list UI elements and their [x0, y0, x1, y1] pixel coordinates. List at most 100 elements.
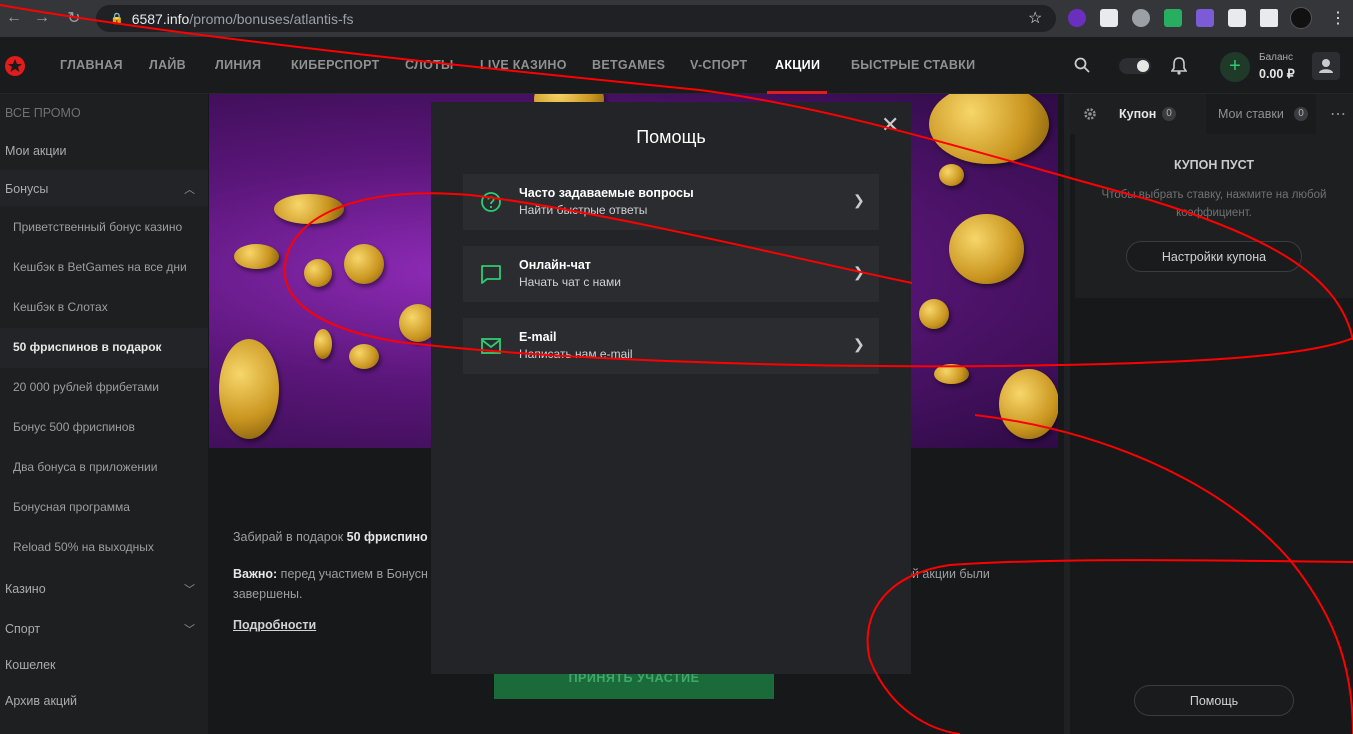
help-modal: Помощь ✕ Часто задаваемые вопросы Найти … — [431, 102, 911, 674]
theme-toggle[interactable] — [1119, 58, 1151, 74]
coin-image — [999, 369, 1058, 439]
moon-icon — [1137, 60, 1149, 72]
chevron-right-icon: ❯ — [853, 336, 865, 352]
avatar[interactable] — [1290, 7, 1312, 29]
reload-icon[interactable]: ↻ — [60, 4, 88, 32]
nav-live[interactable]: ЛАЙВ — [149, 58, 186, 72]
coin-image — [344, 244, 384, 284]
coupon-tabs: Купон 0 Мои ставки 0 ⋯ — [1070, 94, 1353, 134]
sidebar-item-bonus-program[interactable]: Бонусная программа — [0, 488, 208, 528]
m-extension-icon[interactable] — [1132, 9, 1150, 27]
tab-coupon-label: Купон — [1119, 107, 1157, 121]
help-row-subtitle: Написать нам e-mail — [519, 347, 633, 361]
sidebar-item-500-freespins[interactable]: Бонус 500 фриспинов — [0, 408, 208, 448]
more-icon[interactable]: ⋯ — [1330, 104, 1346, 124]
coin-image — [274, 194, 344, 224]
address-bar[interactable]: 🔒 6587.info/promo/bonuses/atlantis-fs — [96, 5, 1056, 32]
help-row-chat[interactable]: Онлайн-чат Начать чат с нами ❯ — [463, 246, 879, 302]
tab-coupon[interactable]: Купон 0 — [1106, 94, 1206, 134]
nav-esports[interactable]: КИБЕРСПОРТ — [291, 58, 380, 72]
empty-coupon-box: КУПОН ПУСТ Чтобы выбрать ставку, нажмите… — [1075, 134, 1353, 298]
lock-icon: 🔒 — [110, 13, 124, 25]
empty-coupon-title: КУПОН ПУСТ — [1173, 158, 1255, 172]
url-domain: 6587.info — [131, 10, 190, 27]
nav-promotions[interactable]: АКЦИИ — [775, 58, 820, 72]
help-row-title: E-mail — [519, 330, 557, 344]
gear-icon[interactable] — [1083, 107, 1097, 121]
chevron-down-icon[interactable]: ﹀ — [184, 581, 195, 597]
sidebar-item-label: Приветственный бонус казино — [13, 220, 183, 234]
help-row-subtitle: Найти быстрые ответы — [519, 203, 648, 217]
sidebar-archive[interactable]: Архив акций — [5, 694, 77, 708]
sidebar-all-promo[interactable]: ВСЕ ПРОМО — [5, 106, 81, 120]
help-row-title: Часто задаваемые вопросы — [519, 186, 694, 200]
coin-image — [919, 299, 949, 329]
close-icon[interactable]: ✕ — [881, 112, 899, 138]
help-row-faq[interactable]: Часто задаваемые вопросы Найти быстрые о… — [463, 174, 879, 230]
sidebar-item-50-freespins[interactable]: 50 фриспинов в подарок — [0, 328, 208, 368]
chevron-down-icon[interactable]: ﹀ — [184, 621, 195, 637]
browser-menu-icon[interactable]: ⋮ — [1330, 8, 1346, 28]
chevron-up-icon: ︿ — [184, 184, 195, 196]
help-button[interactable]: Помощь — [1134, 685, 1294, 716]
sidebar-item-freebets[interactable]: 20 000 рублей фрибетами — [0, 368, 208, 408]
deposit-button[interactable]: + — [1220, 52, 1250, 82]
bookmark-star-icon[interactable]: ☆ — [1028, 8, 1042, 28]
puzzle-icon[interactable] — [1228, 9, 1246, 27]
url-path: /promo/bonuses/atlantis-fs — [189, 10, 354, 27]
help-row-email[interactable]: E-mail Написать нам e-mail ❯ — [463, 318, 879, 374]
extension-icon[interactable] — [1068, 9, 1086, 27]
sidebar-bonuses-label: Бонусы — [5, 182, 49, 196]
nav-quick-bets[interactable]: БЫСТРЫЕ СТАВКИ — [851, 58, 975, 72]
playlist-icon[interactable] — [1260, 9, 1278, 27]
x-extension-icon[interactable] — [1196, 9, 1214, 27]
sidebar-item-label: 50 фриспинов в подарок — [13, 340, 162, 354]
sidebar-item-welcome[interactable]: Приветственный бонус казино — [0, 208, 208, 248]
sidebar-my-promos[interactable]: Мои акции — [5, 144, 67, 158]
nav-live-casino[interactable]: LIVE КАЗИНО — [480, 58, 567, 72]
nav-betgames[interactable]: BETGAMES — [592, 58, 665, 72]
sidebar-item-label: Кешбэк в Слотах — [13, 300, 108, 314]
promo-important-label: Важно: — [233, 567, 278, 581]
panel-divider — [1064, 94, 1070, 734]
sidebar-item-label: Кешбэк в BetGames на все дни — [13, 260, 187, 274]
coin-image — [949, 214, 1024, 284]
forward-icon[interactable]: → — [28, 4, 56, 32]
chevron-right-icon: ❯ — [853, 264, 865, 280]
tab-my-bets[interactable]: Мои ставки 0 — [1206, 94, 1316, 134]
site-header: ГЛАВНАЯ ЛАЙВ ЛИНИЯ КИБЕРСПОРТ СЛОТЫ LIVE… — [0, 37, 1353, 94]
sidebar-item-cashback-slots[interactable]: Кешбэк в Слотах — [0, 288, 208, 328]
sidebar-item-app-bonuses[interactable]: Два бонуса в приложении — [0, 448, 208, 488]
bell-icon[interactable] — [1171, 57, 1187, 75]
mail-icon — [481, 338, 501, 354]
sidebar-item-label: Reload 50% на выходных — [13, 540, 154, 554]
coin-image — [304, 259, 332, 287]
promo-description: Забирай в подарок 50 фриспино — [233, 530, 428, 544]
tab-my-bets-label: Мои ставки — [1218, 107, 1284, 121]
coupon-settings-button[interactable]: Настройки купона — [1126, 241, 1302, 272]
back-icon[interactable]: ← — [0, 4, 28, 32]
sidebar-casino[interactable]: Казино — [5, 582, 46, 596]
sidebar-wallet[interactable]: Кошелек — [5, 658, 56, 672]
promo-description-bold: 50 фриспино — [346, 530, 428, 544]
nav-slots[interactable]: СЛОТЫ — [405, 58, 454, 72]
nav-main[interactable]: ГЛАВНАЯ — [60, 58, 123, 72]
search-icon[interactable] — [1074, 57, 1090, 73]
details-link[interactable]: Подробности — [233, 618, 316, 632]
nav-line[interactable]: ЛИНИЯ — [215, 58, 261, 72]
question-icon — [481, 192, 501, 212]
balance-label: Баланс — [1259, 52, 1294, 63]
sidebar-item-cashback-betgames[interactable]: Кешбэк в BetGames на все дни — [0, 248, 208, 288]
profile-button[interactable] — [1312, 52, 1340, 80]
shield-extension-icon[interactable] — [1100, 9, 1118, 27]
sidebar-item-label: 20 000 рублей фрибетами — [13, 380, 160, 394]
p-extension-icon[interactable] — [1164, 9, 1182, 27]
sidebar-item-reload[interactable]: Reload 50% на выходных — [0, 528, 208, 568]
user-icon — [1319, 59, 1333, 73]
sidebar-sport[interactable]: Спорт — [5, 622, 40, 636]
sidebar-bonuses-header[interactable]: Бонусы ︿ — [0, 170, 208, 206]
nav-vsport[interactable]: V-СПОРТ — [690, 58, 747, 72]
chevron-right-icon: ❯ — [853, 192, 865, 208]
sidebar-item-label: Бонусная программа — [13, 500, 130, 514]
site-logo-icon[interactable] — [4, 55, 26, 77]
